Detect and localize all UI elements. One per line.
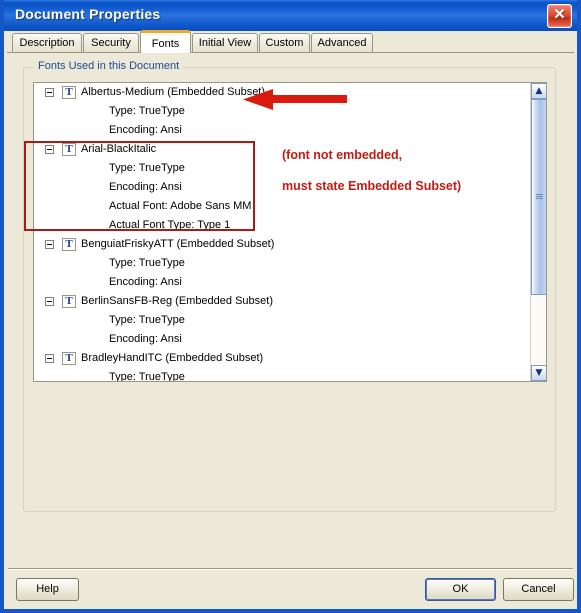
font-tree-detail-row[interactable]: Type: TrueType <box>34 102 531 121</box>
font-tree-parent-row[interactable]: T BerlinSansFB-Reg (Embedded Subset) <box>34 292 531 311</box>
window-title: Document Properties <box>15 6 161 22</box>
chevron-up-icon: ▲ <box>535 86 543 96</box>
font-row-label: Arial-BlackItalic <box>81 143 157 155</box>
font-row-label: Encoding: Ansi <box>109 276 182 288</box>
truetype-glyph: T <box>65 143 73 155</box>
font-row-label: BerlinSansFB-Reg (Embedded Subset) <box>81 295 273 307</box>
font-tree-detail-row[interactable]: Actual Font Type: Type 1 <box>34 216 531 235</box>
help-button[interactable]: Help <box>16 578 79 601</box>
close-x-icon: ✕ <box>553 6 566 23</box>
font-row-label: Type: TrueType <box>109 371 185 381</box>
font-tree-parent-row[interactable]: T BenguiatFriskyATT (Embedded Subset) <box>34 235 531 254</box>
collapse-toggle-icon[interactable] <box>45 240 54 249</box>
truetype-font-icon: T <box>62 295 76 308</box>
collapse-toggle-icon[interactable] <box>45 297 54 306</box>
tab-security[interactable]: Security <box>83 33 139 52</box>
truetype-glyph: T <box>65 238 73 250</box>
collapse-toggle-icon[interactable] <box>45 88 54 97</box>
truetype-glyph: T <box>65 352 73 364</box>
scrollbar-track[interactable] <box>531 99 546 365</box>
truetype-font-icon: T <box>62 86 76 99</box>
font-row-label: Type: TrueType <box>109 162 185 174</box>
font-row-label: BradleyHandITC (Embedded Subset) <box>81 352 264 364</box>
font-row-label: Encoding: Ansi <box>109 333 182 345</box>
fonts-tab-panel: Fonts Used in this Document T Albertus-Me… <box>7 52 574 565</box>
truetype-glyph: T <box>65 86 73 98</box>
tab-initial-view[interactable]: Initial View <box>192 33 258 52</box>
scroll-down-button[interactable]: ▼ <box>531 365 546 381</box>
tab-advanced[interactable]: Advanced <box>311 33 373 52</box>
collapse-toggle-icon[interactable] <box>45 354 54 363</box>
tab-fonts[interactable]: Fonts <box>140 30 191 53</box>
font-row-label: Albertus-Medium (Embedded Subset) <box>81 86 266 98</box>
collapse-toggle-icon[interactable] <box>45 145 54 154</box>
truetype-glyph: T <box>65 295 73 307</box>
font-tree-detail-row[interactable]: Type: TrueType <box>34 368 531 381</box>
screenshot-root: Document Properties ✕ Description Securi… <box>0 0 581 613</box>
tab-strip: Description Security Fonts Initial View … <box>4 30 577 53</box>
font-tree-parent-row[interactable]: T BradleyHandITC (Embedded Subset) <box>34 349 531 368</box>
font-tree-detail-row[interactable]: Type: TrueType <box>34 311 531 330</box>
window-titlebar: Document Properties ✕ <box>4 0 577 31</box>
footer-divider <box>8 568 573 570</box>
font-tree-parent-row[interactable]: T Albertus-Medium (Embedded Subset) <box>34 83 531 102</box>
close-window-button[interactable]: ✕ <box>547 4 572 28</box>
font-row-label: BenguiatFriskyATT (Embedded Subset) <box>81 238 275 250</box>
annotation-line-1: (font not embedded, <box>282 148 403 162</box>
tab-description[interactable]: Description <box>12 33 82 52</box>
font-row-label: Type: TrueType <box>109 257 185 269</box>
cancel-button[interactable]: Cancel <box>503 578 574 601</box>
annotation-line-2: must state Embedded Subset) <box>282 179 462 193</box>
fonts-list[interactable]: T Albertus-Medium (Embedded Subset) Type: … <box>33 82 547 382</box>
font-tree-detail-row[interactable]: Type: TrueType <box>34 254 531 273</box>
fonts-list-rows: T Albertus-Medium (Embedded Subset) Type: … <box>34 83 531 381</box>
font-row-label: Encoding: Ansi <box>109 124 182 136</box>
font-tree-detail-row[interactable]: Encoding: Ansi <box>34 273 531 292</box>
font-row-label: Type: TrueType <box>109 105 185 117</box>
font-row-label: Actual Font Type: Type 1 <box>109 219 231 231</box>
truetype-font-icon: T <box>62 238 76 251</box>
font-row-label: Type: TrueType <box>109 314 185 326</box>
truetype-font-icon: T <box>62 352 76 365</box>
scrollbar-thumb[interactable] <box>531 99 546 295</box>
font-tree-detail-row[interactable]: Actual Font: Adobe Sans MM <box>34 197 531 216</box>
scroll-up-button[interactable]: ▲ <box>531 83 546 99</box>
ok-button[interactable]: OK <box>425 578 496 601</box>
truetype-font-icon: T <box>62 143 76 156</box>
scrollbar-grip-icon <box>536 194 543 200</box>
tab-custom[interactable]: Custom <box>259 33 310 52</box>
chevron-down-icon: ▼ <box>535 368 543 378</box>
document-properties-window: Document Properties ✕ Description Securi… <box>0 0 581 613</box>
font-tree-detail-row[interactable]: Encoding: Ansi <box>34 121 531 140</box>
fonts-group-box: Fonts Used in this Document T Albertus-Me… <box>23 60 556 512</box>
font-row-label: Encoding: Ansi <box>109 181 182 193</box>
font-row-label: Actual Font: Adobe Sans MM <box>109 200 252 212</box>
fonts-group-label: Fonts Used in this Document <box>34 60 184 72</box>
fonts-list-scrollbar[interactable]: ▲ ▼ <box>530 83 546 381</box>
font-tree-detail-row[interactable]: Encoding: Ansi <box>34 330 531 349</box>
